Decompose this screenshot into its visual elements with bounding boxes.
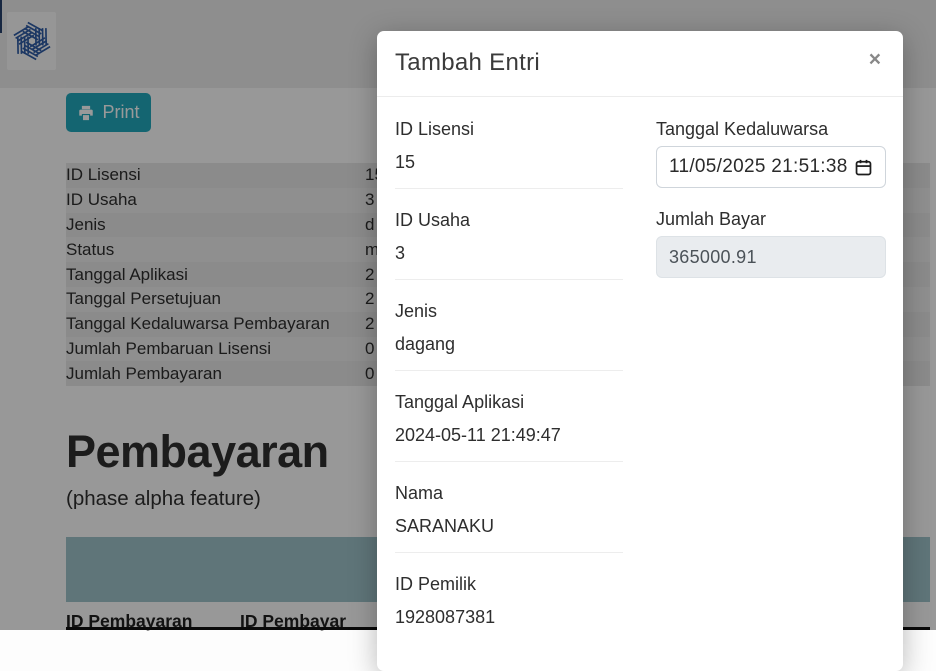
field-label: ID Pemilik xyxy=(395,572,623,597)
field-value: 15 xyxy=(395,150,623,175)
field-label: ID Lisensi xyxy=(395,117,623,142)
modal-body: ID Lisensi 15 ID Usaha 3 Jenis dagang Ta… xyxy=(377,97,903,630)
jumlah-bayar-input: 365000.91 xyxy=(656,236,886,278)
jumlah-bayar-value: 365000.91 xyxy=(669,247,757,268)
divider xyxy=(395,552,623,553)
field-label: Jenis xyxy=(395,299,623,324)
field-value: 3 xyxy=(395,241,623,266)
tanggal-kedaluwarsa-input[interactable]: 11/05/2025 21:51:38 xyxy=(656,146,886,188)
field-nama: Nama SARANAKU xyxy=(395,481,623,553)
field-tanggal-aplikasi: Tanggal Aplikasi 2024-05-11 21:49:47 xyxy=(395,390,623,462)
divider xyxy=(395,370,623,371)
field-label: Tanggal Aplikasi xyxy=(395,390,623,415)
divider xyxy=(395,188,623,189)
close-icon[interactable]: × xyxy=(865,45,885,74)
field-id-pemilik: ID Pemilik 1928087381 xyxy=(395,572,623,630)
field-value: dagang xyxy=(395,332,623,357)
field-label: Nama xyxy=(395,481,623,506)
field-value: 2024-05-11 21:49:47 xyxy=(395,423,623,448)
field-label: Jumlah Bayar xyxy=(656,207,886,232)
field-id-lisensi: ID Lisensi 15 xyxy=(395,117,623,189)
field-value: SARANAKU xyxy=(395,514,623,539)
field-jenis: Jenis dagang xyxy=(395,299,623,371)
divider xyxy=(395,279,623,280)
field-label: ID Usaha xyxy=(395,208,623,233)
modal-left-column: ID Lisensi 15 ID Usaha 3 Jenis dagang Ta… xyxy=(395,117,623,630)
tambah-entri-modal: Tambah Entri × ID Lisensi 15 ID Usaha 3 … xyxy=(377,31,903,671)
field-label: Tanggal Kedaluwarsa xyxy=(656,117,886,142)
calendar-icon[interactable] xyxy=(854,158,873,177)
field-tanggal-kedaluwarsa: Tanggal Kedaluwarsa 11/05/2025 21:51:38 xyxy=(656,117,886,188)
divider xyxy=(395,461,623,462)
datetime-value: 11/05/2025 21:51:38 xyxy=(669,156,848,178)
modal-right-column: Tanggal Kedaluwarsa 11/05/2025 21:51:38 … xyxy=(656,117,886,630)
modal-title: Tambah Entri xyxy=(395,49,883,77)
modal-header: Tambah Entri × xyxy=(377,31,903,97)
field-id-usaha: ID Usaha 3 xyxy=(395,208,623,280)
field-value: 1928087381 xyxy=(395,605,623,630)
field-jumlah-bayar: Jumlah Bayar 365000.91 xyxy=(656,207,886,278)
